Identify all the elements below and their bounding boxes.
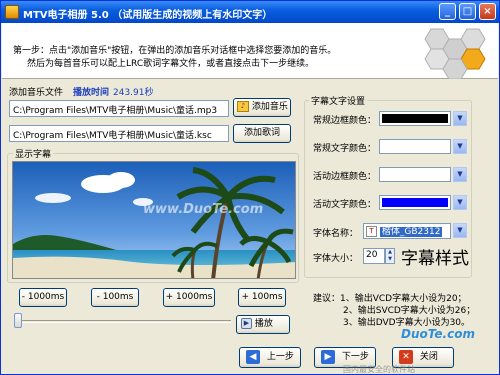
site-watermark: DuoTe.com <box>401 327 475 341</box>
active-border-dropdown-arrow-icon[interactable]: ▼ <box>453 167 467 182</box>
font-size-label: 字体大小： <box>313 254 359 264</box>
plus-1000ms-button[interactable]: + 1000ms <box>163 288 215 307</box>
suggestion-line-1: 建议：1、输出VCD字幕大小设为20； <box>313 294 467 304</box>
maximize-button[interactable]: □ <box>459 3 476 20</box>
normal-text-color-label: 常规文字颜色： <box>313 144 377 154</box>
previous-step-button[interactable]: ◀ 上一步 <box>239 347 301 368</box>
add-music-button[interactable]: ♪ 添加音乐 <box>233 98 291 117</box>
lyrics-path-field[interactable]: C:\Program Files\MTV电子相册\Music\童话.ksc <box>9 125 229 142</box>
minus-1000ms-button[interactable]: - 1000ms <box>19 288 67 307</box>
normal-text-dropdown-arrow-icon[interactable]: ▼ <box>453 139 467 154</box>
font-name-select[interactable]: T 楷体_GB2312 <box>363 223 451 239</box>
active-text-color-picker[interactable] <box>379 195 451 210</box>
preview-watermark: www.DuoTe.com <box>143 202 264 217</box>
subtitle-style-title: 字幕文字设置 <box>309 94 368 107</box>
active-text-dropdown-arrow-icon[interactable]: ▼ <box>453 195 467 210</box>
app-window: MTV电子相册 5.0 （试用版生成的视频上有水印文字） _ □ × 第一步：点… <box>0 0 500 375</box>
play-button[interactable]: ▶ 播放 <box>236 315 290 334</box>
add-lyrics-button[interactable]: 添加歌词 <box>233 124 291 143</box>
subtitle-preview-title: 显示字幕 <box>13 147 54 160</box>
normal-border-dropdown-arrow-icon[interactable]: ▼ <box>453 111 467 126</box>
normal-text-color-picker[interactable] <box>379 139 451 154</box>
window-title: MTV电子相册 5.0 （试用版生成的视频上有水印文字） <box>23 10 273 21</box>
active-text-color-swatch <box>382 198 448 207</box>
font-size-input[interactable]: 20 <box>363 248 385 264</box>
music-path-field[interactable]: C:\Program Files\MTV电子相册\Music\童话.mp3 <box>9 100 229 117</box>
duration-value: 243.91秒 <box>113 88 154 98</box>
normal-border-color-label: 常规边框颜色： <box>313 116 377 126</box>
preview-area: www.DuoTe.com <box>12 161 296 279</box>
font-name-dropdown-arrow-icon[interactable]: ▼ <box>453 223 467 238</box>
plus-100ms-button[interactable]: + 100ms <box>238 288 286 307</box>
beach-preview-image <box>13 162 295 278</box>
truetype-font-icon: T <box>366 225 377 237</box>
step-instructions: 第一步：点击"添加音乐"按钮，在弹出的添加音乐对话框中选择您要添加的音乐。 然后… <box>13 45 336 71</box>
arrow-left-icon: ◀ <box>246 349 260 364</box>
play-icon: ▶ <box>241 318 252 329</box>
honeycomb-logo-icon <box>424 28 486 79</box>
subtitle-style-preview-text: 字幕样式 <box>401 249 469 269</box>
close-window-button[interactable]: × <box>479 3 496 20</box>
step-line-2: 然后为每首音乐可以配上LRC歌词字幕文件，或者直接点击下一步继续。 <box>27 59 315 69</box>
active-text-color-label: 活动文字颜色： <box>313 200 377 210</box>
app-icon <box>5 5 19 19</box>
title-bar[interactable]: MTV电子相册 5.0 （试用版生成的视频上有水印文字） _ □ × <box>1 1 499 23</box>
suggestion-line-2: 2、输出SVCD字幕大小设为26； <box>343 306 476 316</box>
previous-step-label: 上一步 <box>266 352 294 362</box>
normal-border-color-swatch <box>382 114 448 123</box>
font-name-value: 楷体_GB2312 <box>379 227 443 237</box>
arrow-right-icon: ▶ <box>321 349 335 364</box>
duration-label: 播放时间 <box>73 88 110 98</box>
minimize-button[interactable]: _ <box>439 3 456 20</box>
music-file-label: 添加音乐文件 <box>9 88 64 98</box>
active-border-color-label: 活动边框颜色： <box>313 172 377 182</box>
normal-border-color-picker[interactable] <box>379 111 451 126</box>
active-border-color-swatch <box>382 170 448 179</box>
minus-100ms-button[interactable]: - 100ms <box>91 288 139 307</box>
size-suggestions: 建议：1、输出VCD字幕大小设为20； 2、输出SVCD字幕大小设为26； 3、… <box>313 293 475 329</box>
next-step-label: 下一步 <box>341 352 369 362</box>
playback-slider-thumb[interactable] <box>14 313 22 328</box>
site-watermark-tagline: 国内最安全的软件站 <box>343 365 415 374</box>
step-line-1: 第一步：点击"添加音乐"按钮，在弹出的添加音乐对话框中选择您要添加的音乐。 <box>13 46 337 56</box>
active-border-color-picker[interactable] <box>379 167 451 182</box>
normal-text-color-swatch <box>382 142 448 151</box>
playback-slider-track[interactable] <box>21 320 231 323</box>
close-x-icon: ✕ <box>399 349 413 364</box>
font-name-label: 字体名称： <box>313 229 359 239</box>
play-label: 播放 <box>254 319 273 329</box>
close-dialog-label: 关闭 <box>419 352 438 362</box>
folder-music-icon: ♪ <box>237 101 249 112</box>
add-music-label: 添加音乐 <box>251 102 288 112</box>
font-size-spinner[interactable]: ▲ ▼ <box>385 248 395 264</box>
